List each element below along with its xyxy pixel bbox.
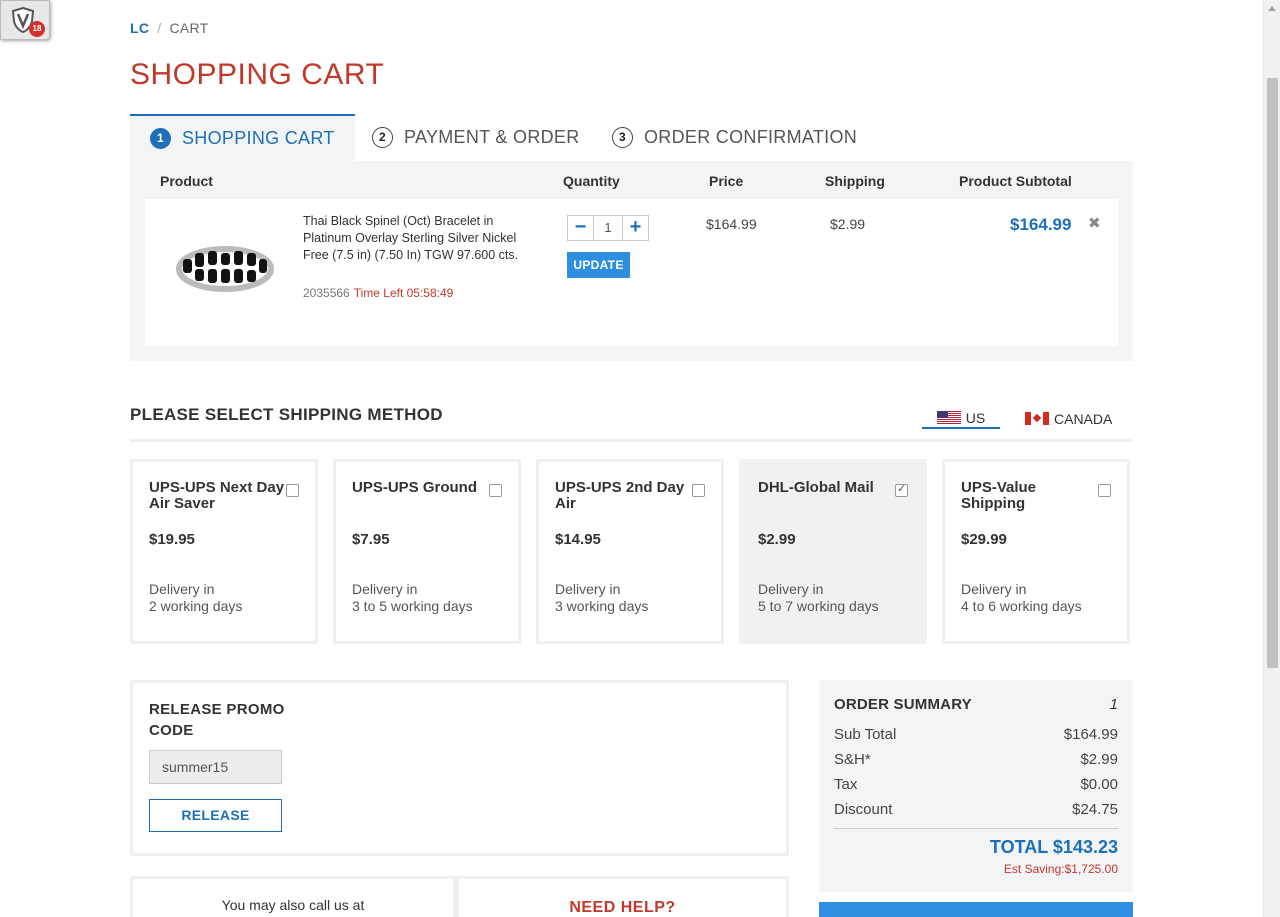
shipping-option-cost: $19.95 <box>149 531 195 548</box>
update-button[interactable]: UPDATE <box>567 252 630 278</box>
country-label: CANADA <box>1054 410 1113 427</box>
us-flag-icon <box>936 411 961 424</box>
product-meta: 2035566 Time Left 05:58:49 <box>303 286 453 300</box>
shipping-option-name: DHL-Global Mail <box>758 479 874 496</box>
step-number: 2 <box>372 127 393 148</box>
header-shipping: Shipping <box>825 173 885 189</box>
step-number: 3 <box>612 127 633 148</box>
cart-table: Product Quantity Price Shipping Product … <box>130 161 1133 361</box>
breadcrumb-home[interactable]: LC <box>130 20 149 36</box>
shipping-option-delivery: Delivery in 3 working days <box>555 581 649 614</box>
remove-item-icon[interactable]: ✖ <box>1088 214 1101 232</box>
summary-line-subtotal: Sub Total $164.99 <box>834 726 1118 743</box>
shipping-option-delivery: Delivery in 4 to 6 working days <box>961 581 1082 614</box>
item-subtotal: $164.99 <box>1010 215 1072 234</box>
step-number: 1 <box>150 128 171 149</box>
shipping-option-ups-next-day[interactable]: UPS-UPS Next Day Air Saver $19.95 Delive… <box>130 459 318 644</box>
vertical-scrollbar[interactable] <box>1263 0 1280 917</box>
shipping-method-title: PLEASE SELECT SHIPPING METHOD <box>130 405 443 424</box>
shipping-option-name: UPS-UPS 2nd Day Air <box>555 479 685 512</box>
shipping-divider <box>130 439 1133 442</box>
summary-divider <box>834 828 1118 829</box>
cart-item-row: Thai Black Spinel (Oct) Bracelet in Plat… <box>145 199 1118 346</box>
shipping-option-ups-value[interactable]: UPS-Value Shipping $29.99 Delivery in 4 t… <box>942 459 1130 644</box>
promo-code-input[interactable]: summer15 <box>149 750 282 784</box>
shipping-option-checkbox[interactable] <box>489 484 502 497</box>
country-tab-us[interactable]: US <box>922 408 1000 429</box>
header-quantity: Quantity <box>563 173 620 189</box>
shipping-option-cost: $7.95 <box>352 531 390 548</box>
breadcrumb-separator: / <box>157 20 162 36</box>
shipping-option-cost: $29.99 <box>961 531 1007 548</box>
step-shopping-cart[interactable]: 1 SHOPPING CART <box>130 114 355 161</box>
shipping-option-checkbox[interactable] <box>692 484 705 497</box>
order-total: TOTAL $143.23 <box>989 837 1118 857</box>
checkout-button[interactable] <box>819 902 1133 917</box>
shipping-option-delivery: Delivery in 5 to 7 working days <box>758 581 879 614</box>
shipping-option-name: UPS-UPS Next Day Air Saver <box>149 479 285 512</box>
shipping-option-name: UPS-UPS Ground <box>352 479 478 496</box>
promo-code-panel: RELEASE PROMO CODE summer15 RELEASE <box>130 680 789 856</box>
item-shipping: $2.99 <box>830 216 866 232</box>
step-payment-order[interactable]: 2 PAYMENT & ORDER <box>372 114 580 161</box>
quantity-increase-button[interactable]: + <box>622 215 649 241</box>
shipping-option-checkbox[interactable] <box>286 484 299 497</box>
step-label: PAYMENT & ORDER <box>404 127 580 147</box>
quantity-decrease-button[interactable]: − <box>567 215 594 241</box>
shipping-option-ups-ground[interactable]: UPS-UPS Ground $7.95 Delivery in 3 to 5 w… <box>333 459 521 644</box>
country-label: US <box>965 409 986 426</box>
order-summary-title: ORDER SUMMARY <box>834 696 972 713</box>
call-us-panel: You may also call us at <box>130 876 456 917</box>
promo-code-label: RELEASE PROMO CODE <box>149 701 285 739</box>
checkout-steps: 1 SHOPPING CART 2 PAYMENT & ORDER 3 ORDE… <box>130 114 1133 161</box>
canada-flag-icon <box>1025 412 1049 425</box>
page-title: SHOPPING CART <box>130 58 385 91</box>
shipping-option-name: UPS-Value Shipping <box>961 479 1037 512</box>
quantity-stepper: − 1 + <box>567 215 649 241</box>
scroll-up-icon[interactable] <box>1268 6 1276 11</box>
scrollbar-thumb[interactable] <box>1267 78 1278 668</box>
step-label: ORDER CONFIRMATION <box>644 127 858 147</box>
shipping-option-ups-2nd-day[interactable]: UPS-UPS 2nd Day Air $14.95 Delivery in 3 … <box>536 459 724 644</box>
shipping-option-delivery: Delivery in 3 to 5 working days <box>352 581 473 614</box>
summary-line-discount: Discount $24.75 <box>834 801 1118 818</box>
header-price: Price <box>709 173 744 189</box>
product-sku: 2035566 <box>303 286 350 300</box>
quantity-input[interactable]: 1 <box>594 215 622 241</box>
extension-badge[interactable]: 18 <box>0 0 50 40</box>
order-item-count: 1 <box>1109 696 1118 713</box>
need-help-title: NEED HELP? <box>569 899 676 916</box>
step-order-confirmation[interactable]: 3 ORDER CONFIRMATION <box>612 114 857 161</box>
breadcrumb-current: CART <box>169 20 209 36</box>
header-product: Product <box>160 173 213 189</box>
summary-line-shipping: S&H* $2.99 <box>834 751 1118 768</box>
product-image[interactable] <box>175 239 275 299</box>
step-label: SHOPPING CART <box>182 128 335 148</box>
call-us-text: You may also call us at <box>221 897 365 913</box>
summary-line-tax: Tax $0.00 <box>834 776 1118 793</box>
product-name[interactable]: Thai Black Spinel (Oct) Bracelet in Plat… <box>303 213 543 264</box>
shipping-option-checkbox[interactable] <box>895 482 908 497</box>
shipping-option-checkbox[interactable] <box>1098 484 1111 497</box>
order-summary: ORDER SUMMARY 1 Sub Total $164.99 S&H* $2.… <box>819 680 1133 892</box>
need-help-panel: NEED HELP? <box>456 876 789 917</box>
country-tab-canada[interactable]: CANADA <box>1025 408 1112 429</box>
shipping-option-cost: $14.95 <box>555 531 601 548</box>
shipping-option-delivery: Delivery in 2 working days <box>149 581 243 614</box>
estimated-saving: Est Saving:$1,725.00 <box>1003 862 1118 876</box>
extension-badge-count: 18 <box>29 21 45 37</box>
shipping-option-dhl-global[interactable]: DHL-Global Mail $2.99 Delivery in5 to 7 … <box>739 459 927 644</box>
item-price: $164.99 <box>706 216 757 232</box>
header-subtotal: Product Subtotal <box>959 173 1072 189</box>
release-button[interactable]: RELEASE <box>149 799 282 832</box>
breadcrumb: LC / CART <box>130 20 209 36</box>
time-left: Time Left 05:58:49 <box>353 286 454 300</box>
shipping-option-cost: $2.99 <box>758 531 796 548</box>
